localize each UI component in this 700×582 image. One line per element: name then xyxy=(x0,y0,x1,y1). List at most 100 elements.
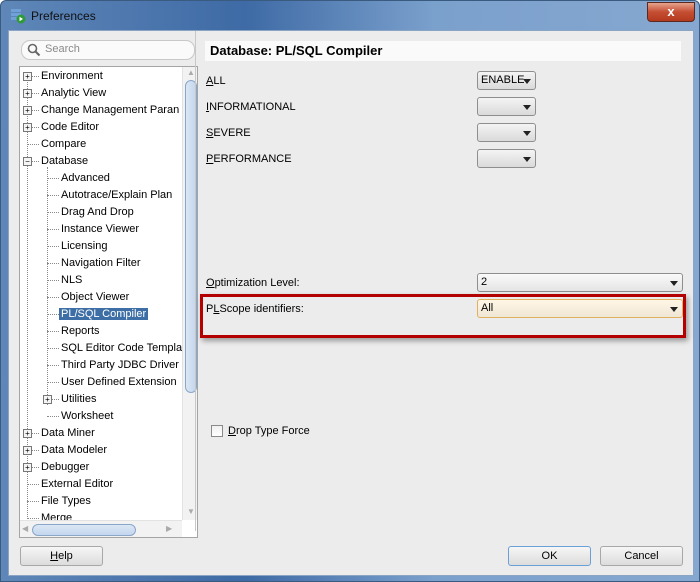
severe-label-text: EVERE xyxy=(213,127,251,139)
tree-item-label: File Types xyxy=(41,495,91,507)
tree-item[interactable]: Environment xyxy=(41,68,103,84)
tree-item[interactable]: Object Viewer xyxy=(61,289,129,305)
tree-item[interactable]: PL/SQL Compiler xyxy=(59,306,149,322)
ok-button[interactable]: OK xyxy=(508,546,591,566)
tree-guide-line xyxy=(47,365,59,366)
drop-type-force-label[interactable]: Drop Type Force xyxy=(228,425,310,437)
preferences-app-icon xyxy=(11,9,26,24)
dialog-body: Search + Environment + Analytic View + Change… xyxy=(8,30,694,576)
tree-guide-line xyxy=(47,212,59,213)
tree-item[interactable]: External Editor xyxy=(41,476,113,492)
chevron-down-icon xyxy=(523,105,531,110)
expand-icon[interactable]: + xyxy=(43,395,52,404)
optimization-level-label: Optimization Level: xyxy=(206,277,300,289)
tree-item-label: Navigation Filter xyxy=(61,257,141,269)
optimization-level-value: 2 xyxy=(481,276,488,288)
close-button[interactable]: x xyxy=(647,2,695,22)
page-title: Database: PL/SQL Compiler xyxy=(205,41,681,61)
tree-item-label: Database xyxy=(41,155,89,167)
tree-item[interactable]: Debugger xyxy=(41,459,89,475)
drop-type-force-text: rop Type Force xyxy=(235,425,310,437)
drop-type-force-mnemonic: D xyxy=(228,425,236,437)
plscope-identifiers-label: PLScope identifiers: xyxy=(206,303,304,315)
collapse-icon[interactable]: − xyxy=(23,157,32,166)
expand-icon[interactable]: + xyxy=(23,463,32,472)
expand-icon[interactable]: + xyxy=(23,89,32,98)
drop-type-force-checkbox[interactable] xyxy=(211,425,223,437)
tree-item[interactable]: Licensing xyxy=(61,238,107,254)
tree-item[interactable]: Instance Viewer xyxy=(61,221,139,237)
plscope-identifiers-dropdown[interactable]: All xyxy=(477,299,683,318)
tree-guide-line xyxy=(47,297,59,298)
tree-item[interactable]: User Defined Extension xyxy=(61,374,177,390)
all-dropdown[interactable]: ENABLE xyxy=(477,71,536,90)
tree-item[interactable]: Data Modeler xyxy=(41,442,107,458)
expand-icon[interactable]: + xyxy=(23,429,32,438)
tree-guide-line xyxy=(47,178,59,179)
tree-item-label: Utilities xyxy=(61,393,97,405)
tree-item-label: Analytic View xyxy=(41,87,107,99)
tree-item-label: Data Miner xyxy=(41,427,95,439)
scroll-up-arrow-icon[interactable]: ▲ xyxy=(187,68,195,77)
tree-item[interactable]: Reports xyxy=(61,323,100,339)
tree-item[interactable]: SQL Editor Code Templa xyxy=(61,340,182,356)
tree-item[interactable]: Navigation Filter xyxy=(61,255,140,271)
informational-label: INFORMATIONAL xyxy=(206,101,296,113)
preferences-window: Preferences x Search + Environment + Analyt… xyxy=(0,0,700,582)
title-bar[interactable]: Preferences x xyxy=(1,1,699,31)
performance-label-text: ERFORMANCE xyxy=(213,153,292,165)
tree-guide-line xyxy=(47,229,59,230)
tree-guide-line xyxy=(47,348,59,349)
scroll-down-arrow-icon[interactable]: ▼ xyxy=(187,507,195,516)
tree-item[interactable]: Utilities xyxy=(61,391,96,407)
tree-item[interactable]: Database xyxy=(41,153,88,169)
tree-item[interactable]: Third Party JDBC Driver xyxy=(61,357,179,373)
performance-label: PERFORMANCE xyxy=(206,153,292,165)
tree-guide-line xyxy=(47,416,59,417)
expand-icon[interactable]: + xyxy=(23,123,32,132)
help-button[interactable]: Help xyxy=(20,546,103,566)
tree-horizontal-scroll-thumb[interactable] xyxy=(32,524,136,536)
tree-item-label: Data Modeler xyxy=(41,444,108,456)
performance-dropdown[interactable] xyxy=(477,149,536,168)
plscope-label-text: Scope identifiers: xyxy=(219,303,304,315)
expand-icon[interactable]: + xyxy=(23,446,32,455)
informational-label-text: NFORMATIONAL xyxy=(209,101,296,113)
tree-guide-line xyxy=(27,518,39,519)
optimization-level-dropdown[interactable]: 2 xyxy=(477,273,683,292)
tree-horizontal-scrollbar[interactable]: ◀ ▶ xyxy=(20,520,182,537)
tree-item[interactable]: Compare xyxy=(41,136,86,152)
search-placeholder: Search xyxy=(45,43,80,55)
tree-item[interactable]: Code Editor xyxy=(41,119,99,135)
tree-item[interactable]: NLS xyxy=(61,272,82,288)
tree-item-label: SQL Editor Code Templa xyxy=(61,342,182,354)
tree-item[interactable]: Merge xyxy=(41,510,72,520)
tree-item-label: Change Management Paran xyxy=(41,104,180,116)
cancel-button[interactable]: Cancel xyxy=(600,546,683,566)
tree-item[interactable]: Drag And Drop xyxy=(61,204,134,220)
tree-item[interactable]: Analytic View xyxy=(41,85,106,101)
tree-item[interactable]: Advanced xyxy=(61,170,110,186)
tree-item-label: Autotrace/Explain Plan xyxy=(61,189,173,201)
search-input[interactable]: Search xyxy=(21,40,195,60)
tree-item[interactable]: Worksheet xyxy=(61,408,113,424)
severe-dropdown[interactable] xyxy=(477,123,536,142)
tree-item-label: User Defined Extension xyxy=(61,376,177,388)
expand-icon[interactable]: + xyxy=(23,106,32,115)
tree-item[interactable]: Data Miner xyxy=(41,425,95,441)
tree-item[interactable]: Autotrace/Explain Plan xyxy=(61,187,172,203)
window-title: Preferences xyxy=(31,9,96,23)
tree-guide-line xyxy=(47,382,59,383)
tree-guide-line xyxy=(27,484,39,485)
tree-item-label: Environment xyxy=(41,70,103,82)
tree-item-label: Instance Viewer xyxy=(61,223,140,235)
tree-item[interactable]: Change Management Paran xyxy=(41,102,179,118)
tree-item[interactable]: File Types xyxy=(41,493,91,509)
informational-dropdown[interactable] xyxy=(477,97,536,116)
tree-item-label: Worksheet xyxy=(61,410,114,422)
expand-icon[interactable]: + xyxy=(23,72,32,81)
tree-content: + Environment + Analytic View + Change Manage… xyxy=(20,67,182,520)
scroll-left-arrow-icon[interactable]: ◀ xyxy=(22,524,28,533)
panel-divider[interactable] xyxy=(195,31,196,531)
scroll-right-arrow-icon[interactable]: ▶ xyxy=(166,524,172,533)
